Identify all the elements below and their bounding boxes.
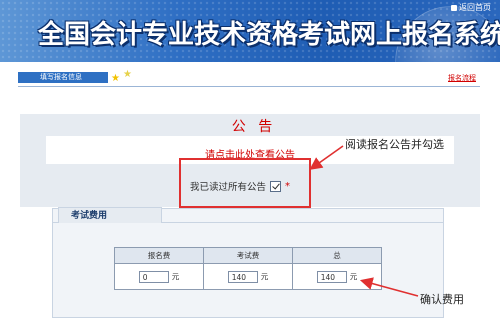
fee-panel-title: 考试费用 [58,207,162,223]
currency-unit: 元 [349,271,358,281]
currency-unit: 元 [171,271,180,281]
system-title: 全国会计专业技术资格考试网上报名系统 [38,20,500,50]
star-icon: ★ [111,73,120,84]
registration-fee-cell: 0元 [114,263,204,290]
fee-table: 报名费 考试费 总 0元 140 元 140 元 [114,247,382,290]
column-header-registration-fee: 报名费 [114,247,204,264]
total-fee-cell: 140 元 [292,263,382,290]
annotation-notice-hint: 阅读报名公告并勾选 [345,138,444,151]
registration-fee-field[interactable]: 0 [138,270,169,283]
exam-fee-field[interactable]: 140 [227,270,258,283]
divider [18,86,480,87]
total-fee-field[interactable]: 140 [316,270,347,283]
current-step-tab[interactable]: 填写报名信息 [18,72,108,83]
table-row: 0元 140 元 140 元 [114,263,382,290]
exam-fee-cell: 140 元 [203,263,293,290]
currency-unit: 元 [260,271,269,281]
home-link-label: 返回首页 [459,3,491,12]
annotation-highlight-box [179,158,311,208]
home-icon [451,4,457,11]
annotation-fee-hint: 确认费用 [420,293,464,306]
step-bar: 填写报名信息 ★ ★ 报名流程 [18,69,480,87]
header-banner: 全国会计专业技术资格考试网上报名系统 返回首页 [0,0,500,62]
column-header-total: 总 [292,247,382,264]
registration-flow-link[interactable]: 报名流程 [448,73,476,83]
notice-title: 公 告 [231,119,277,135]
column-header-exam-fee: 考试费 [203,247,293,264]
home-link[interactable]: 返回首页 [451,2,491,13]
star-icon: ★ [123,69,132,80]
